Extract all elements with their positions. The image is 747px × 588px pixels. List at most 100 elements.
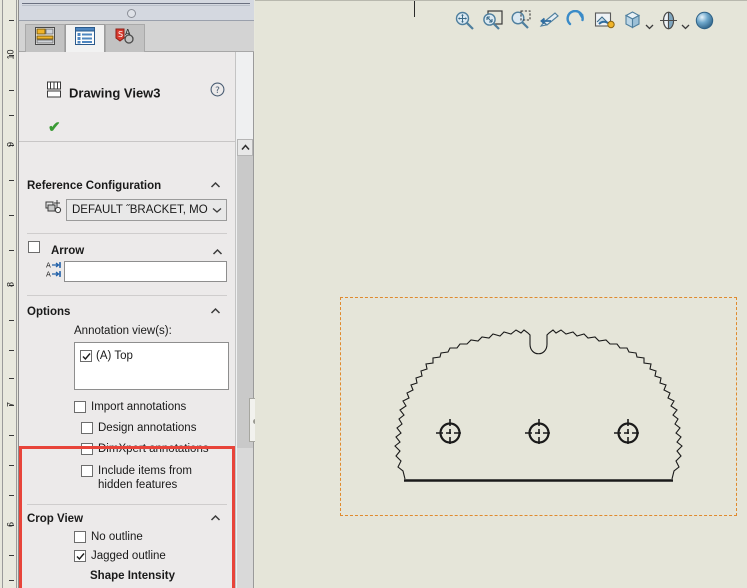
panel-grip-line: [22, 3, 250, 6]
property-manager-panel: S A Drawing View3 ? ✔ Reference Configur…: [19, 21, 254, 588]
section-title-reference-configuration: Reference Configuration: [27, 180, 162, 192]
ruler-tick: [9, 20, 14, 21]
panel-title-bar: [19, 0, 254, 21]
section-view-button[interactable]: [592, 8, 617, 33]
tab-property-manager[interactable]: [25, 24, 65, 52]
ruler-tick: [9, 580, 14, 581]
panel-tab-strip: S A: [19, 21, 254, 52]
checkbox-box[interactable]: [81, 443, 93, 455]
property-manager-icon: [35, 27, 55, 50]
section-title-arrow: Arrow: [51, 245, 85, 257]
chevron-down-icon[interactable]: [645, 18, 654, 30]
ruler-tick: [9, 90, 14, 91]
scrollbar-track[interactable]: [237, 448, 253, 588]
annotation-views-label: Annotation view(s):: [74, 325, 172, 337]
vertical-ruler: 10 9 8 7 6: [0, 0, 19, 588]
checkbox-box[interactable]: [81, 465, 93, 477]
ruler-tick: [9, 180, 14, 181]
ruler-tick: [9, 378, 14, 379]
help-question-icon[interactable]: ?: [210, 82, 225, 102]
ruler-tick: [9, 350, 14, 351]
green-check-icon[interactable]: ✔: [48, 118, 61, 136]
divider: [27, 504, 227, 505]
checkbox-jagged-outline[interactable]: Jagged outline: [74, 550, 166, 562]
checkbox-label: DimXpert annotations: [98, 443, 209, 455]
page-title: Drawing View3: [69, 85, 161, 101]
checkbox-box[interactable]: [74, 401, 86, 413]
header-divider: [19, 141, 235, 142]
ruler-label: 7: [5, 402, 16, 408]
tab-dimxpert-manager[interactable]: S A: [105, 24, 145, 52]
checkbox-box[interactable]: [28, 241, 40, 253]
display-style-button[interactable]: [656, 8, 681, 33]
ruler-tick: [9, 215, 14, 216]
center-mark: [614, 419, 642, 447]
arrow-label-input[interactable]: [64, 261, 227, 282]
ruler-label: 8: [5, 282, 16, 288]
annotation-views-list[interactable]: (A) Top: [74, 342, 229, 390]
section-header-options[interactable]: Options: [27, 302, 227, 322]
drawing-view-geometry[interactable]: [340, 297, 737, 521]
svg-text:S: S: [118, 30, 123, 39]
arrow-section-checkbox[interactable]: [28, 241, 40, 253]
checkbox-no-outline[interactable]: No outline: [74, 531, 143, 543]
zoom-to-area-button[interactable]: [480, 8, 505, 33]
zoom-in-out-button[interactable]: [508, 8, 533, 33]
checkbox-dimxpert-annotations[interactable]: DimXpert annotations: [81, 443, 209, 455]
scroll-up-arrow-icon[interactable]: [237, 139, 253, 156]
configuration-icon: [45, 199, 62, 221]
chevron-up-icon[interactable]: [210, 306, 221, 317]
svg-text:A: A: [46, 271, 51, 279]
section-title-crop-view: Crop View: [27, 513, 84, 525]
previous-view-button[interactable]: [536, 8, 561, 33]
checkbox-box[interactable]: [74, 550, 86, 562]
chevron-up-icon[interactable]: [210, 180, 221, 191]
checkbox-label: Include items from hidden features: [98, 465, 192, 491]
chevron-up-icon[interactable]: [210, 513, 221, 524]
ruler-label: 10: [5, 49, 16, 60]
ruler-tick: [9, 320, 14, 321]
vertical-ruler-track: 10 9 8 7 6: [2, 0, 17, 588]
arrow-label-icon: A A: [46, 260, 62, 285]
zoom-to-fit-button[interactable]: [452, 8, 477, 33]
list-item[interactable]: (A) Top: [80, 350, 133, 362]
checkbox-label: No outline: [91, 531, 143, 543]
chevron-up-icon[interactable]: [212, 245, 223, 256]
shape-intensity-label: Shape Intensity: [90, 570, 175, 582]
section-header-crop-view[interactable]: Crop View: [27, 509, 227, 529]
panel-pin-icon[interactable]: [127, 9, 136, 18]
ruler-tick: [9, 555, 14, 556]
drawing-view-icon: [46, 81, 62, 104]
graphics-area[interactable]: [255, 0, 747, 588]
divider: [27, 295, 227, 296]
ruler-tick: [9, 250, 14, 251]
view-heads-up-toolbar: [255, 0, 747, 40]
ruler-tick: [9, 495, 14, 496]
view-orientation-cube-button[interactable]: [620, 8, 645, 33]
checkbox-box[interactable]: [80, 350, 92, 362]
section-header-reference-configuration[interactable]: Reference Configuration: [27, 176, 227, 196]
pm-header: Drawing View3 ? ✔: [19, 52, 235, 142]
center-mark: [525, 419, 553, 447]
svg-text:?: ?: [215, 86, 220, 96]
chevron-down-icon[interactable]: [208, 205, 226, 215]
checkbox-box[interactable]: [81, 422, 93, 434]
property-manager-body: Drawing View3 ? ✔ Reference Configuratio…: [19, 52, 235, 588]
checkbox-design-annotations[interactable]: Design annotations: [81, 422, 196, 434]
checkbox-box[interactable]: [74, 531, 86, 543]
panel-scrollbar[interactable]: [235, 52, 253, 588]
feature-manager-tree-icon: [75, 27, 95, 50]
tab-feature-manager[interactable]: [65, 24, 105, 52]
checkbox-label: Design annotations: [98, 422, 197, 434]
reference-configuration-combo[interactable]: DEFAULT ˝BRACKET, MOUN: [66, 199, 227, 221]
checkbox-label: Jagged outline: [91, 550, 166, 562]
checkbox-import-annotations[interactable]: Import annotations: [74, 401, 186, 413]
chevron-down-icon[interactable]: [681, 18, 690, 30]
checkbox-include-items-hidden-features[interactable]: Include items from hidden features: [81, 464, 223, 492]
apply-scene-sphere-button[interactable]: [692, 8, 717, 33]
ruler-tick: [9, 435, 14, 436]
rebuild-rotate-button[interactable]: [564, 8, 589, 33]
checkbox-label: Import annotations: [91, 401, 187, 413]
ruler-label: 6: [5, 522, 16, 528]
dimxpert-manager-icon: S A: [114, 27, 136, 50]
